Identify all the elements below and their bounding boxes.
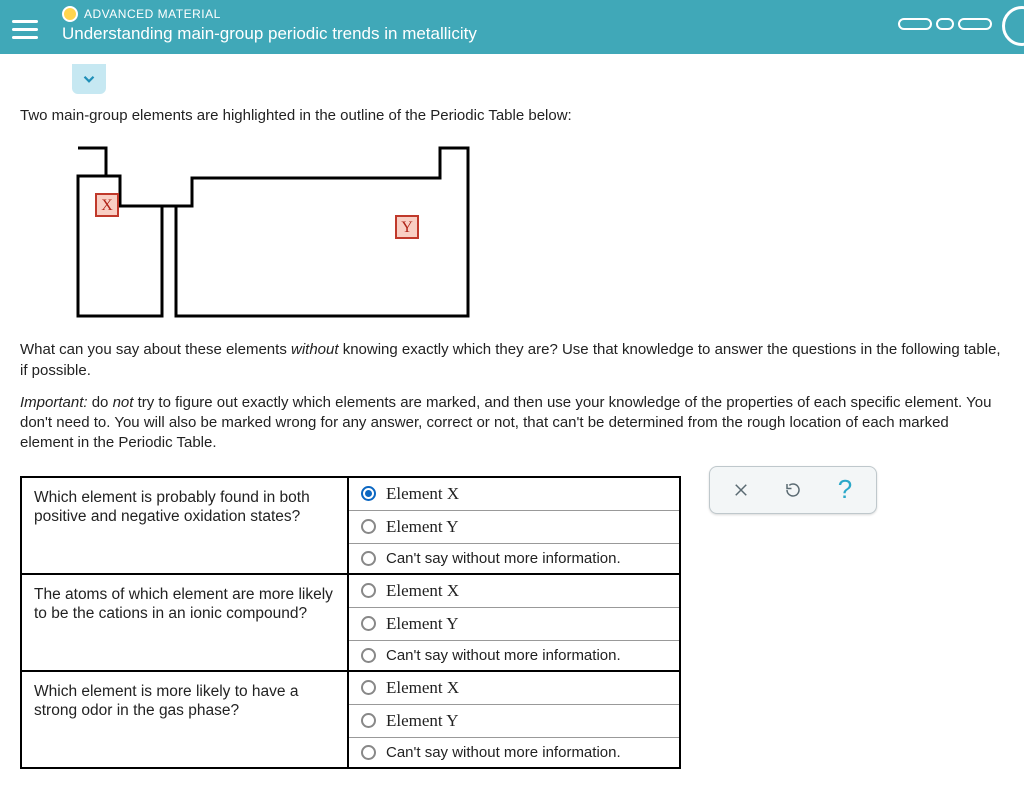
element-y-label: Y [401, 219, 413, 236]
answer-option[interactable]: Can't say without more information. [349, 737, 679, 767]
intro-text: Two main-group elements are highlighted … [20, 106, 1004, 126]
progress-indicator [898, 18, 992, 30]
answer-option[interactable]: Element Y [349, 510, 679, 543]
option-label: Can't say without more information. [386, 550, 621, 567]
chevron-down-icon [80, 70, 98, 88]
option-label: Element X [386, 484, 459, 504]
radio-icon [361, 680, 376, 695]
paragraph-2: Important: do not try to figure out exac… [20, 393, 1004, 454]
answer-option[interactable]: Element Y [349, 704, 679, 737]
question-table: Which element is probably found in both … [20, 476, 681, 769]
radio-icon [361, 519, 376, 534]
next-circle-icon[interactable] [1002, 6, 1024, 46]
element-x-label: X [101, 197, 113, 214]
option-label: Can't say without more information. [386, 744, 621, 761]
periodic-table-outline: X Y [68, 138, 1004, 322]
radio-icon [361, 648, 376, 663]
question-text: Which element is probably found in both … [22, 478, 347, 537]
advanced-dot-icon [62, 6, 78, 22]
advanced-badge: ADVANCED MATERIAL [84, 7, 221, 21]
radio-icon [361, 616, 376, 631]
option-label: Can't say without more information. [386, 647, 621, 664]
radio-icon [361, 551, 376, 566]
question-text: The atoms of which element are more like… [22, 575, 347, 634]
question-text: Which element is more likely to have a s… [22, 672, 347, 731]
answer-option[interactable]: Can't say without more information. [349, 640, 679, 670]
help-button[interactable]: ? [834, 479, 856, 501]
radio-icon [361, 486, 376, 501]
answer-option[interactable]: Element X [349, 672, 679, 704]
clear-button[interactable] [730, 479, 752, 501]
answer-option[interactable]: Can't say without more information. [349, 543, 679, 573]
radio-icon [361, 745, 376, 760]
radio-icon [361, 713, 376, 728]
radio-icon [361, 583, 376, 598]
menu-icon[interactable] [12, 14, 42, 44]
answer-option[interactable]: Element X [349, 478, 679, 510]
answer-option[interactable]: Element X [349, 575, 679, 607]
option-label: Element Y [386, 711, 459, 731]
option-label: Element Y [386, 614, 459, 634]
page-title: Understanding main-group periodic trends… [62, 24, 898, 44]
option-label: Element Y [386, 517, 459, 537]
reset-button[interactable] [782, 479, 804, 501]
app-header: ADVANCED MATERIAL Understanding main-gro… [0, 0, 1024, 54]
answer-toolbox: ? [709, 466, 877, 514]
paragraph-1: What can you say about these elements wi… [20, 340, 1004, 381]
option-label: Element X [386, 581, 459, 601]
answer-option[interactable]: Element Y [349, 607, 679, 640]
expand-toggle[interactable] [72, 64, 106, 94]
option-label: Element X [386, 678, 459, 698]
